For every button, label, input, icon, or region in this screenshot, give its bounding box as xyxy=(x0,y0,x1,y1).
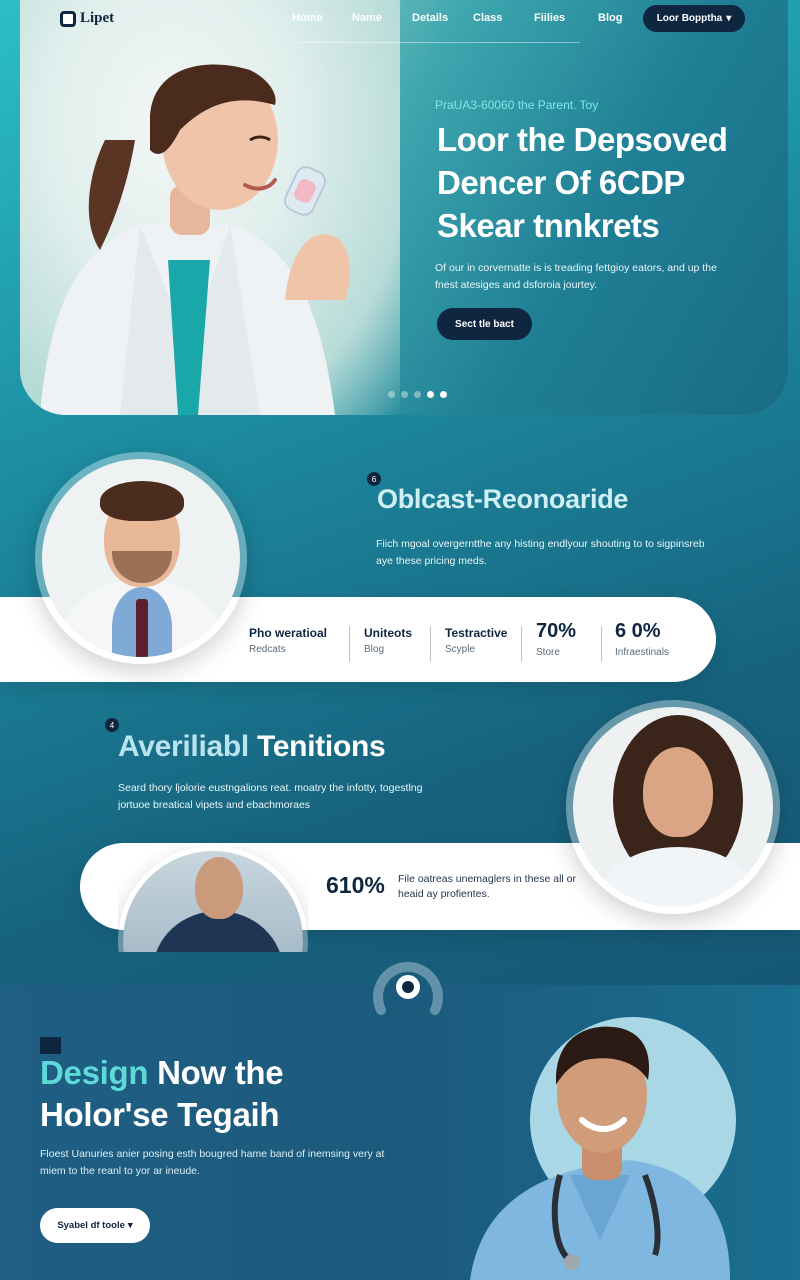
target-icon xyxy=(373,962,443,1015)
chevron-down-icon: ▾ xyxy=(127,1220,133,1231)
section4-description: Floest Uanuries anier posing esth bougre… xyxy=(40,1148,385,1177)
section2-title: Oblcast-Reonoaride xyxy=(377,484,629,514)
nav-link-fiilies[interactable]: Fiilies xyxy=(534,12,565,24)
stat-item: Pho weratioal Redcats xyxy=(249,626,327,655)
hero-section: PraUA3-60060 the Parent. Toy Loor the De… xyxy=(20,0,788,415)
nav-cta-button[interactable]: Loor Bopptha ▾ xyxy=(643,5,745,32)
nav-link-name[interactable]: Name xyxy=(352,12,382,24)
stat-divider xyxy=(521,626,522,662)
hero-title-line: Skear tnnkrets xyxy=(437,207,660,244)
carousel-dot[interactable] xyxy=(414,391,421,398)
hero-description: Of our in corvernatte is is treading fet… xyxy=(435,262,717,291)
highlight-text: File oatreas unemaglers in these all or … xyxy=(398,873,577,900)
stat-divider xyxy=(601,626,602,662)
stat-value: 6 0% xyxy=(615,620,661,642)
section4-title-accent: Design xyxy=(40,1054,149,1091)
section3-description: Seard thory ljolorie eustngalions reat. … xyxy=(118,782,423,811)
section4-title-line2: Holor'se Tegaih xyxy=(40,1096,280,1133)
nav-divider xyxy=(292,42,580,43)
nav-link-blog[interactable]: Blog xyxy=(598,12,622,24)
nav-link-class[interactable]: Class xyxy=(473,12,502,24)
chevron-down-icon: ▾ xyxy=(726,13,732,24)
section4-cta-button[interactable]: Syabel df toole ▾ xyxy=(40,1208,150,1243)
section4-title-rest: Now the xyxy=(157,1054,284,1091)
stat-item: 6 0% Infraestinals xyxy=(615,620,669,658)
section3-title-rest: Tenitions xyxy=(257,730,386,763)
section3-title-accent: Averiliabl xyxy=(118,730,249,763)
hero-title-line: Loor the Depsoved xyxy=(437,121,728,158)
nav-cta-label: Loor Bopptha xyxy=(656,13,723,24)
hero-title-line: Dencer Of 6CDP xyxy=(437,164,685,201)
logo-icon xyxy=(60,10,76,27)
hero-doctor-illustration xyxy=(40,64,350,415)
section4-title: Design Now the Holor'se Tegaih xyxy=(40,1052,370,1136)
stat-label: Blog xyxy=(364,644,385,655)
carousel-dot[interactable] xyxy=(388,391,395,398)
section4-cta-label: Syabel df toole xyxy=(57,1220,125,1231)
stat-label: Scyple xyxy=(445,644,476,655)
stat-value: 70% xyxy=(536,620,577,642)
logo[interactable]: Lipet xyxy=(60,10,114,27)
hero-cta-button[interactable]: Sect tle bact xyxy=(437,308,532,340)
nurse-avatar xyxy=(566,700,780,914)
hero-title: Loor the Depsoved Dencer Of 6CDP Skear t… xyxy=(437,118,788,247)
stat-label: Infraestinals xyxy=(615,647,669,658)
section-badge: 4 xyxy=(105,718,119,732)
stat-item: Testractive Scyple xyxy=(445,626,507,655)
stat-value: Uniteots xyxy=(364,626,412,640)
section2-description: Fiich mgoal overgerntthe any histing end… xyxy=(376,538,705,567)
nav-link-details[interactable]: Details xyxy=(412,12,448,24)
section3-title: Averiliabl Tenitions xyxy=(118,730,386,764)
carousel-dots xyxy=(388,391,447,398)
stat-item: 70% Store xyxy=(536,620,576,658)
stat-value: Testractive xyxy=(445,626,508,640)
carousel-dot[interactable] xyxy=(401,391,408,398)
highlight-value: 610% xyxy=(326,872,385,898)
stat-value: Pho weratioal xyxy=(249,626,328,640)
hero-eyebrow: PraUA3-60060 the Parent. Toy xyxy=(435,98,599,112)
stat-label: Store xyxy=(536,647,560,658)
stat-divider xyxy=(349,626,350,662)
nav-link-home[interactable]: Home xyxy=(292,12,323,24)
stat-divider xyxy=(430,626,431,662)
stat-label: Redcats xyxy=(249,644,286,655)
doctor-avatar xyxy=(35,452,247,664)
doctor-portrait xyxy=(470,1026,730,1280)
carousel-dot[interactable] xyxy=(427,391,434,398)
top-navigation: Lipet Home Name Details Class Fiilies Bl… xyxy=(0,0,800,44)
logo-text: Lipet xyxy=(80,10,115,26)
stat-item: Uniteots Blog xyxy=(364,626,412,655)
carousel-dot[interactable] xyxy=(440,391,447,398)
